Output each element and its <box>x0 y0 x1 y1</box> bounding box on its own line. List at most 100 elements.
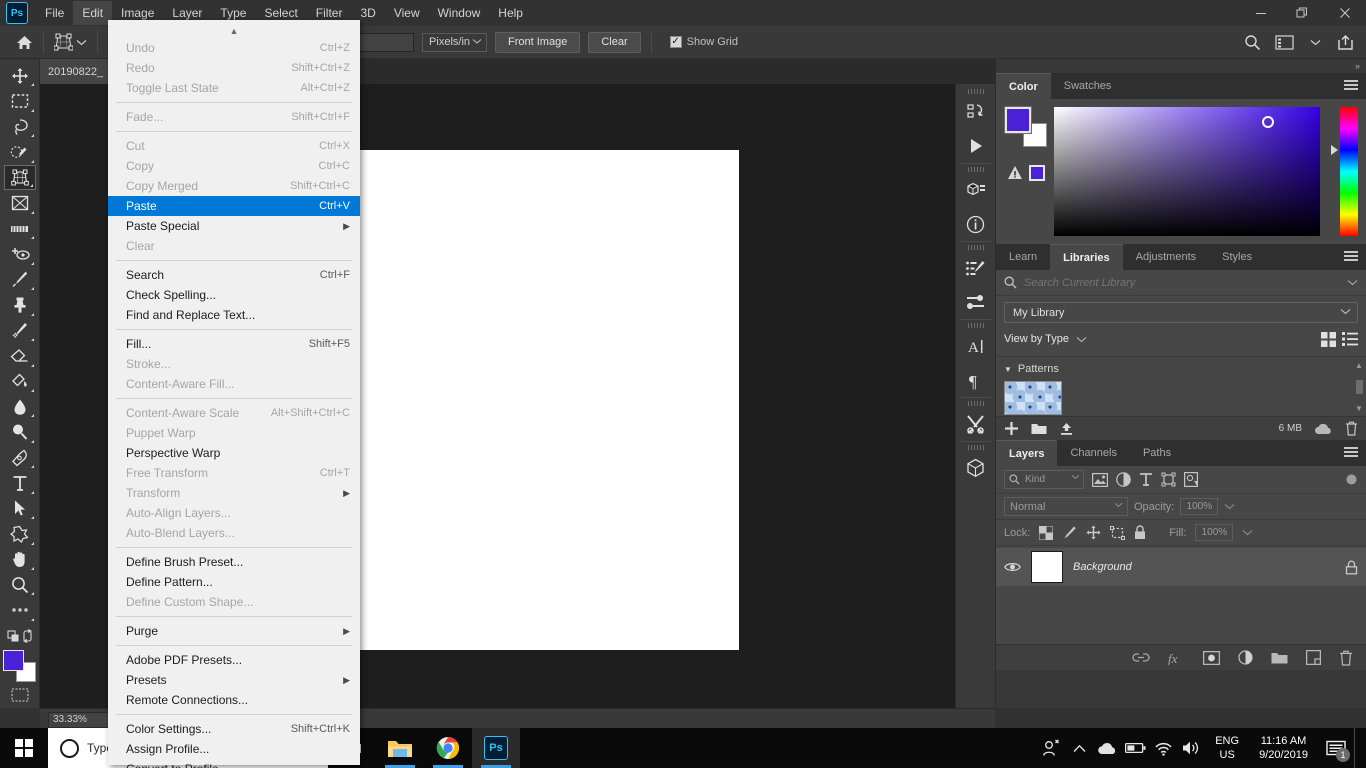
volume-icon[interactable] <box>1177 728 1205 768</box>
menu-item-presets[interactable]: Presets ▶ <box>108 670 360 690</box>
pattern-thumbnail[interactable] <box>1004 381 1062 415</box>
delete-icon[interactable] <box>1345 421 1358 436</box>
resolution-units-select[interactable]: Pixels/in <box>422 32 488 52</box>
home-icon[interactable] <box>10 31 39 54</box>
lasso-tool[interactable] <box>4 114 36 139</box>
zoom-tool[interactable] <box>4 572 36 597</box>
color-alt-swatch[interactable] <box>1029 165 1045 181</box>
panel-grip[interactable] <box>967 401 984 406</box>
paragraph-icon[interactable]: ¶ <box>959 363 993 397</box>
close-button[interactable] <box>1324 0 1366 26</box>
info-icon[interactable] <box>959 207 993 241</box>
blur-tool[interactable] <box>4 394 36 419</box>
panel-grip[interactable] <box>967 445 984 450</box>
panel-menu-icon[interactable] <box>1344 251 1358 262</box>
filter-toggle-icon[interactable] <box>1345 473 1358 486</box>
default-colors-swap[interactable] <box>4 623 36 648</box>
library-group-patterns[interactable]: ▼ Patterns <box>1004 363 1358 375</box>
lock-image-icon[interactable] <box>1062 525 1077 540</box>
library-scrollbar[interactable]: ▲ ▼ <box>1354 361 1364 413</box>
windows-start-icon[interactable] <box>0 728 48 768</box>
menu-item-check-spelling[interactable]: Check Spelling... <box>108 285 360 305</box>
menu-view[interactable]: View <box>385 1 429 25</box>
eyedropper-tool[interactable] <box>4 216 36 241</box>
spot-healing-brush-tool[interactable] <box>4 241 36 266</box>
expand-panels-icon[interactable]: » <box>1355 61 1360 71</box>
custom-shape-tool[interactable] <box>4 521 36 546</box>
panel-menu-icon[interactable] <box>1344 447 1358 458</box>
panel-grip[interactable] <box>967 167 984 172</box>
show-hidden-icons-chevron[interactable] <box>1065 728 1093 768</box>
list-view-icon[interactable] <box>1342 332 1358 346</box>
history-icon[interactable] <box>959 95 993 129</box>
quick-selection-tool[interactable] <box>4 139 36 164</box>
brush-tool[interactable] <box>4 267 36 292</box>
document-canvas[interactable] <box>360 150 739 650</box>
upload-icon[interactable] <box>1059 422 1074 436</box>
filter-pixel-icon[interactable] <box>1092 472 1108 487</box>
tab-adjustments[interactable]: Adjustments <box>1122 244 1210 270</box>
menu-item-define-pattern[interactable]: Define Pattern... <box>108 572 360 592</box>
taskbar-photoshop[interactable]: Ps <box>472 728 520 768</box>
scrollbar-thumb[interactable] <box>1355 380 1363 394</box>
battery-icon[interactable] <box>1121 728 1149 768</box>
tab-styles[interactable]: Styles <box>1209 244 1266 270</box>
taskbar-file-explorer[interactable] <box>376 728 424 768</box>
menu-item-purge[interactable]: Purge ▶ <box>108 621 360 641</box>
eraser-tool[interactable] <box>4 343 36 368</box>
show-grid-checkbox[interactable]: ✓ Show Grid <box>669 36 738 48</box>
search-input[interactable] <box>1024 276 1340 289</box>
dodge-tool[interactable] <box>4 419 36 444</box>
lock-transparency-icon[interactable] <box>1039 525 1054 540</box>
filter-adjustment-icon[interactable] <box>1116 472 1131 487</box>
menu-item-find-and-replace-text[interactable]: Find and Replace Text... <box>108 305 360 325</box>
language-indicator[interactable]: ENG US <box>1205 734 1249 762</box>
menu-edit[interactable]: Edit <box>73 1 113 25</box>
add-item-icon[interactable] <box>1004 421 1019 436</box>
front-image-button[interactable]: Front Image <box>495 31 581 53</box>
menu-item-paste-special[interactable]: Paste Special ▶ <box>108 216 360 236</box>
opacity-value[interactable]: 100% <box>1180 498 1219 515</box>
menu-item-perspective-warp[interactable]: Perspective Warp <box>108 443 360 463</box>
tool-presets-icon[interactable] <box>959 285 993 319</box>
character-icon[interactable]: A <box>959 329 993 363</box>
link-layers-icon[interactable] <box>1132 652 1150 663</box>
wifi-icon[interactable] <box>1149 728 1177 768</box>
gradient-tool[interactable] <box>4 369 36 394</box>
onedrive-cloud-icon[interactable] <box>1093 728 1121 768</box>
search-icon[interactable] <box>1238 31 1267 54</box>
grid-view-icon[interactable] <box>1321 331 1336 347</box>
clone-stamp-tool[interactable] <box>4 292 36 317</box>
lock-position-icon[interactable] <box>1086 525 1101 540</box>
pen-tool[interactable] <box>4 445 36 470</box>
fill-value[interactable]: 100% <box>1195 524 1234 541</box>
tab-paths[interactable]: Paths <box>1129 440 1185 466</box>
menu-item-convert-to-profile[interactable]: Convert to Profile... <box>108 759 360 768</box>
lock-all-icon[interactable] <box>1134 525 1146 540</box>
filter-type-icon[interactable] <box>1139 472 1153 487</box>
menu-item-adobe-pdf-presets[interactable]: Adobe PDF Presets... <box>108 650 360 670</box>
tab-libraries[interactable]: Libraries <box>1050 244 1123 270</box>
panel-grip[interactable] <box>967 323 984 328</box>
color-picker-cursor[interactable] <box>1262 116 1274 128</box>
library-items-area[interactable]: ▼ Patterns ▲ ▼ <box>996 356 1366 416</box>
chevron-down-icon[interactable] <box>1242 529 1253 536</box>
hand-tool[interactable] <box>4 547 36 572</box>
delete-layer-icon[interactable] <box>1339 650 1353 666</box>
edit-toolbar-tool[interactable] <box>4 597 36 622</box>
new-layer-icon[interactable] <box>1306 650 1321 665</box>
color-gradient-field[interactable] <box>1054 107 1320 236</box>
crop-tool[interactable] <box>3 164 36 191</box>
clear-button[interactable]: Clear <box>588 31 641 53</box>
tab-swatches[interactable]: Swatches <box>1050 73 1125 99</box>
taskbar-google-chrome[interactable] <box>424 728 472 768</box>
triangle-down-icon[interactable]: ▼ <box>1004 365 1012 374</box>
menu-item-define-brush-preset[interactable]: Define Brush Preset... <box>108 552 360 572</box>
zoom-level-field[interactable]: 33.33% <box>48 711 112 728</box>
screen-mode-tool[interactable] <box>4 682 36 707</box>
panel-grip[interactable] <box>967 245 984 250</box>
hue-marker[interactable] <box>1331 145 1338 155</box>
tab-channels[interactable]: Channels <box>1057 440 1130 466</box>
menu-item-paste[interactable]: Paste Ctrl+V <box>108 196 360 216</box>
eye-icon[interactable] <box>1004 561 1021 573</box>
